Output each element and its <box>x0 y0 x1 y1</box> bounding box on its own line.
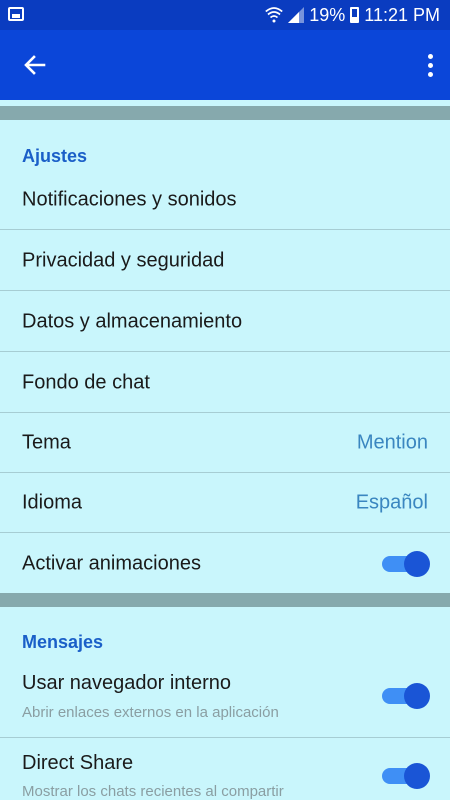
section-divider <box>0 106 450 120</box>
section-divider <box>0 593 450 607</box>
settings-item-privacy[interactable]: Privacidad y seguridad <box>0 231 450 291</box>
item-label: Tema <box>22 431 71 454</box>
item-subtitle: Abrir enlaces externos en la aplicación <box>22 704 279 721</box>
battery-percent: 19% <box>309 4 346 25</box>
signal-icon <box>288 7 305 23</box>
item-subtitle: Mostrar los chats recientes al compartir <box>22 783 284 800</box>
settings-item-animations[interactable]: Activar animaciones <box>0 534 450 594</box>
item-label: Activar animaciones <box>22 552 201 575</box>
settings-item-chat-background[interactable]: Fondo de chat <box>0 353 450 413</box>
settings-item-notifications[interactable]: Notificaciones y sonidos <box>0 170 450 230</box>
status-icons: 19% 11:21 PM <box>265 4 440 26</box>
more-options-button[interactable] <box>422 50 438 80</box>
item-label: Privacidad y seguridad <box>22 249 225 272</box>
theme-value: Mention <box>356 431 428 454</box>
back-button[interactable] <box>18 50 52 80</box>
language-value: Español <box>355 491 428 514</box>
animations-toggle[interactable] <box>382 551 430 577</box>
settings-item-theme[interactable]: Tema Mention <box>0 413 450 473</box>
settings-item-direct-share[interactable]: Direct Share Mostrar los chats recientes… <box>0 739 450 800</box>
status-bar: 19% 11:21 PM <box>0 0 450 30</box>
item-label: Idioma <box>22 491 83 514</box>
settings-item-data-storage[interactable]: Datos y almacenamiento <box>0 292 450 352</box>
item-label: Notificaciones y sonidos <box>22 188 237 211</box>
wifi-icon <box>265 7 284 23</box>
internal-browser-toggle[interactable] <box>382 683 430 709</box>
arrow-left-icon <box>24 55 46 75</box>
item-label: Fondo de chat <box>22 371 150 394</box>
settings-item-internal-browser[interactable]: Usar navegador interno Abrir enlaces ext… <box>0 660 450 738</box>
direct-share-toggle[interactable] <box>382 763 430 789</box>
section-title-ajustes: Ajustes <box>22 146 88 166</box>
more-vert-icon <box>427 53 433 59</box>
section-title-mensajes: Mensajes <box>22 632 104 652</box>
item-label: Usar navegador interno <box>22 672 232 694</box>
item-label: Direct Share <box>22 752 134 774</box>
settings-item-language[interactable]: Idioma Español <box>0 473 450 533</box>
item-label: Datos y almacenamiento <box>22 310 243 333</box>
battery-icon <box>350 7 360 23</box>
app-bar <box>0 30 450 100</box>
clock: 11:21 PM <box>364 4 440 25</box>
gallery-notification-icon <box>8 7 24 21</box>
